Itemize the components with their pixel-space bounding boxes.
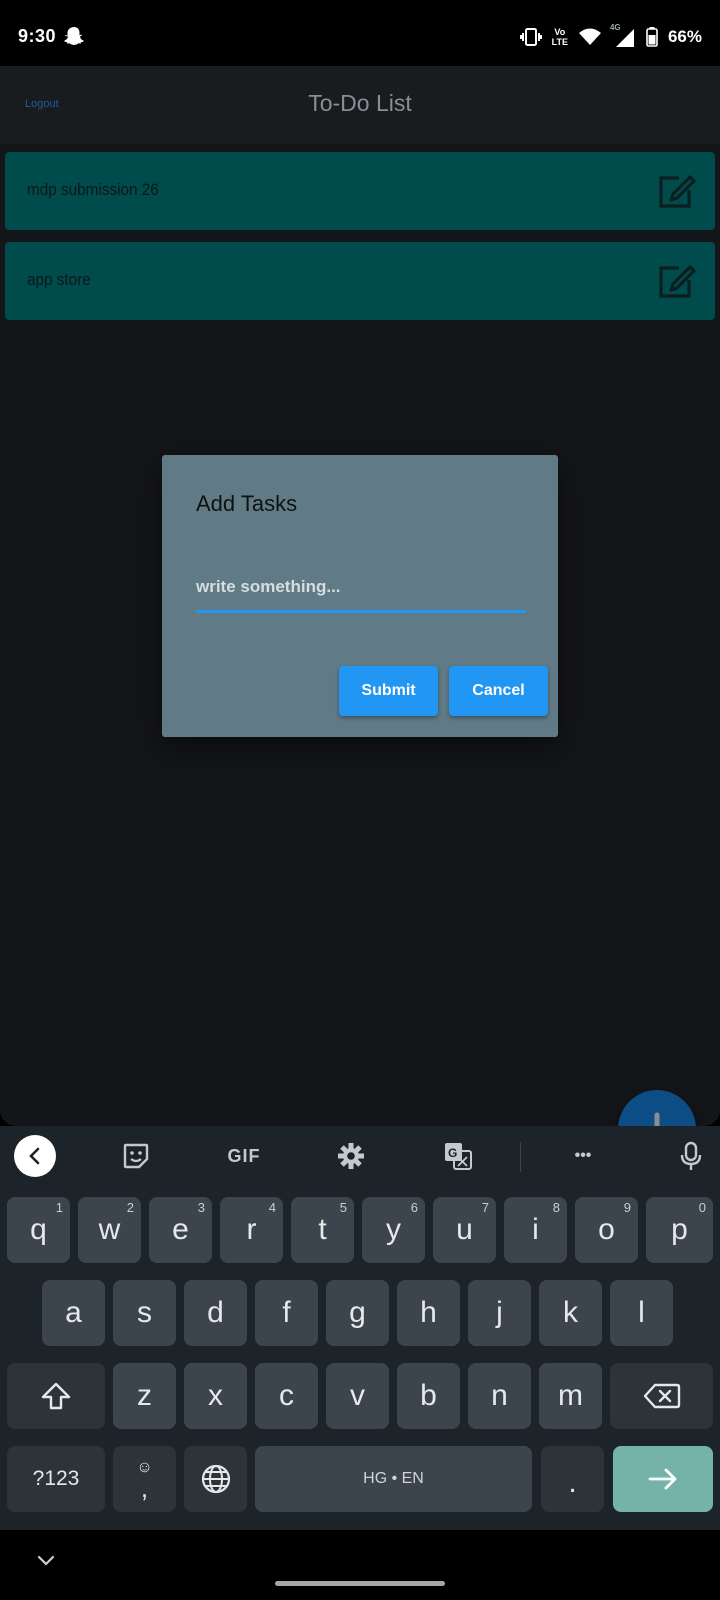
vibrate-icon <box>519 28 542 46</box>
key-k[interactable]: k <box>539 1280 602 1346</box>
wifi-icon <box>578 28 601 45</box>
status-bar: 9:30 Vo LTE 4G 66% <box>0 0 720 66</box>
key-o[interactable]: o9 <box>575 1197 638 1263</box>
toolbar-divider <box>520 1142 521 1172</box>
arrow-right-icon <box>648 1468 677 1490</box>
key-m[interactable]: m <box>539 1363 602 1429</box>
keyboard-toolbar: GIF G ••• <box>0 1126 720 1186</box>
hide-keyboard-chevron-icon[interactable] <box>36 1554 56 1568</box>
task-text: mdp submission 26 <box>27 180 159 199</box>
chevron-left-icon <box>29 1147 40 1165</box>
plus-icon <box>654 1112 660 1126</box>
status-icons: Vo LTE 4G 66% <box>519 23 702 50</box>
app-bar: Logout To-Do List <box>0 66 720 144</box>
key-p[interactable]: p0 <box>646 1197 713 1263</box>
space-bar[interactable]: HG • EN <box>255 1446 532 1512</box>
key-g[interactable]: g <box>326 1280 389 1346</box>
gif-button[interactable]: GIF <box>216 1136 272 1176</box>
key-q[interactable]: q1 <box>7 1197 70 1263</box>
shift-key[interactable] <box>7 1363 105 1429</box>
key-j[interactable]: j <box>468 1280 531 1346</box>
backspace-key[interactable] <box>610 1363 713 1429</box>
settings-button[interactable] <box>331 1136 371 1176</box>
translate-icon: G <box>445 1143 472 1170</box>
task-card[interactable]: app store <box>5 242 715 320</box>
submit-button[interactable]: Submit <box>339 666 438 716</box>
translate-button[interactable]: G <box>438 1136 478 1176</box>
globe-icon <box>201 1464 230 1494</box>
snapchat-icon <box>64 27 84 45</box>
symbols-key[interactable]: ?123 <box>7 1446 105 1512</box>
gear-icon <box>338 1143 364 1169</box>
navigation-bar <box>0 1530 720 1600</box>
signal-icon <box>615 29 634 47</box>
key-c[interactable]: c <box>255 1363 318 1429</box>
task-input[interactable] <box>196 563 526 613</box>
edit-icon[interactable] <box>657 262 697 300</box>
page-title: To-Do List <box>308 90 412 116</box>
cancel-button[interactable]: Cancel <box>449 666 548 716</box>
key-f[interactable]: f <box>255 1280 318 1346</box>
edit-icon[interactable] <box>657 172 697 210</box>
battery-icon <box>646 27 658 47</box>
task-card[interactable]: mdp submission 26 <box>5 152 715 230</box>
key-b[interactable]: b <box>397 1363 460 1429</box>
period-key[interactable]: . <box>541 1446 604 1512</box>
key-t[interactable]: t5 <box>291 1197 354 1263</box>
microphone-icon <box>680 1141 702 1170</box>
task-text: app store <box>27 270 91 289</box>
backspace-icon <box>643 1383 680 1409</box>
add-task-dialog: Add Tasks Submit Cancel <box>162 455 558 737</box>
key-x[interactable]: x <box>184 1363 247 1429</box>
key-h[interactable]: h <box>397 1280 460 1346</box>
key-z[interactable]: z <box>113 1363 176 1429</box>
soft-keyboard: GIF G ••• q 1 w 2 e 3 r 4 t 5 y 6 u 7 i … <box>0 1126 720 1530</box>
key-w[interactable]: w2 <box>78 1197 141 1263</box>
phone-screen: 9:30 Vo LTE 4G 66% Logout To-Do List mdp… <box>0 0 720 1600</box>
key-l[interactable]: l <box>610 1280 673 1346</box>
language-key[interactable] <box>184 1446 247 1512</box>
key-d[interactable]: d <box>184 1280 247 1346</box>
voice-input-button[interactable] <box>671 1136 711 1176</box>
key-u[interactable]: u7 <box>433 1197 496 1263</box>
keyboard-collapse-button[interactable] <box>14 1135 56 1177</box>
emoji-comma-key[interactable]: ☺ , <box>113 1446 176 1512</box>
cell-signal: 4G <box>610 23 636 49</box>
shift-icon <box>41 1382 71 1410</box>
battery-percent: 66% <box>667 27 702 46</box>
key-e[interactable]: e3 <box>149 1197 212 1263</box>
key-v[interactable]: v <box>326 1363 389 1429</box>
key-y[interactable]: y6 <box>362 1197 425 1263</box>
svg-text:G: G <box>448 1146 457 1160</box>
add-task-fab[interactable] <box>618 1090 696 1126</box>
key-n[interactable]: n <box>468 1363 531 1429</box>
todo-app: Logout To-Do List mdp submission 26 app … <box>0 66 720 1126</box>
enter-key[interactable] <box>613 1446 713 1512</box>
sticker-button[interactable] <box>116 1136 156 1176</box>
more-options-button[interactable]: ••• <box>563 1136 603 1176</box>
status-time: 9:30 <box>18 26 57 46</box>
volte-indicator: Vo LTE <box>551 27 568 47</box>
sticker-icon <box>123 1143 149 1169</box>
key-i[interactable]: i8 <box>504 1197 567 1263</box>
key-a[interactable]: a <box>42 1280 105 1346</box>
dialog-title: Add Tasks <box>196 491 298 516</box>
key-r[interactable]: r4 <box>220 1197 283 1263</box>
home-gesture-handle[interactable] <box>275 1581 445 1586</box>
key-s[interactable]: s <box>113 1280 176 1346</box>
